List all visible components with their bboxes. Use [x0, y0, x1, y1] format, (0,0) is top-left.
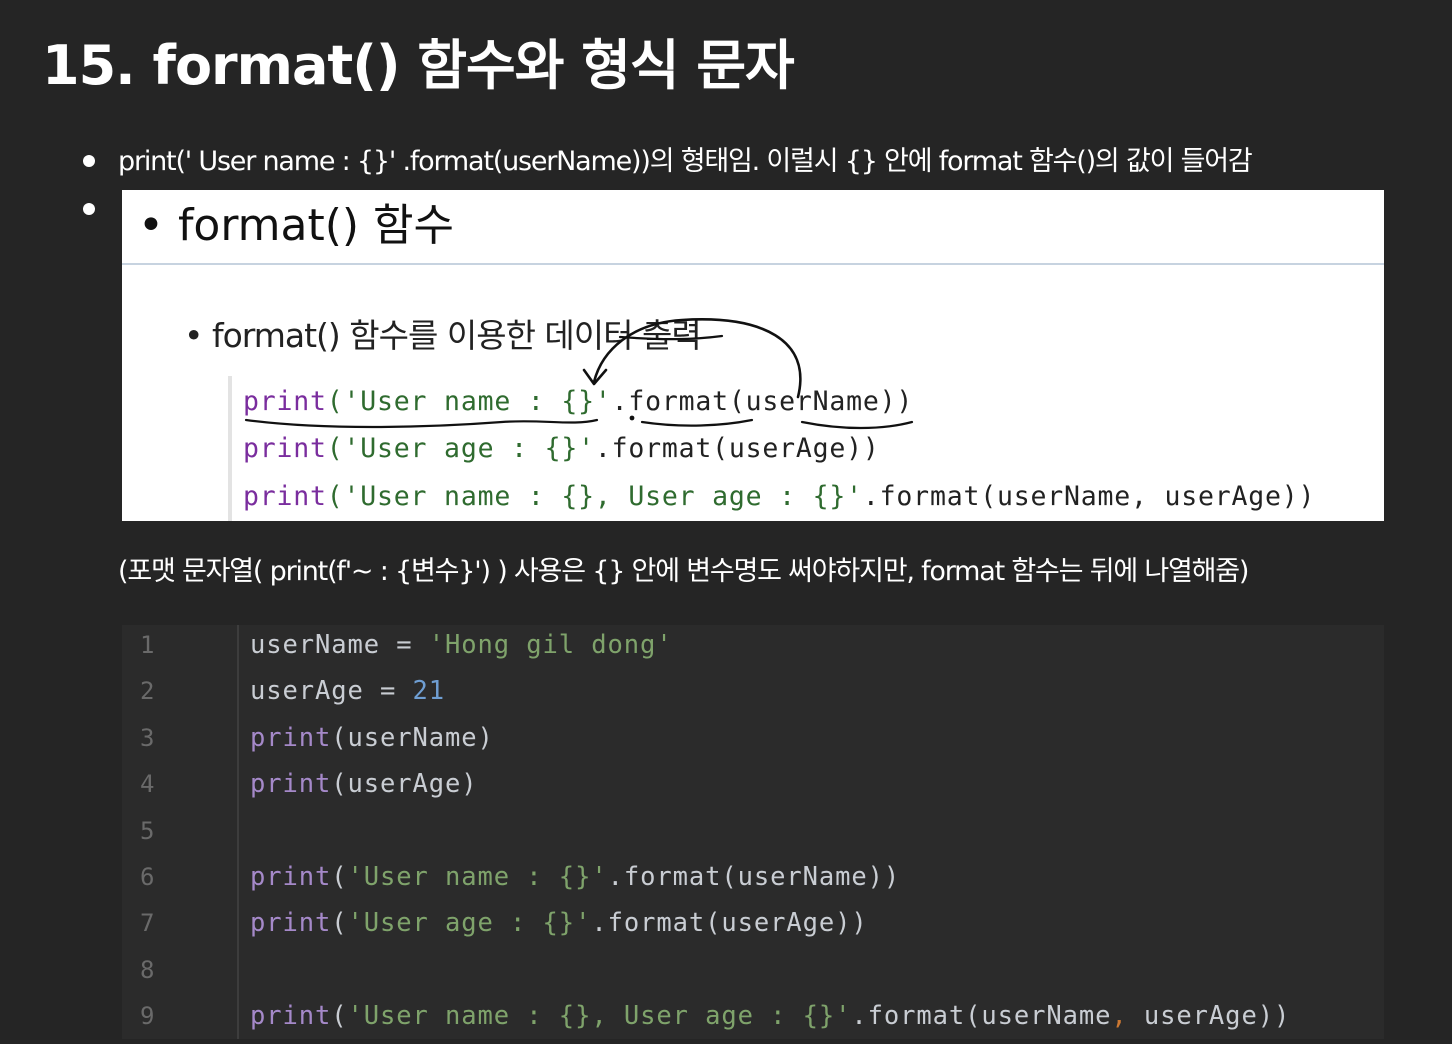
line-number: 7 [140, 909, 155, 938]
code-text: print(userName) [250, 715, 494, 761]
code-token: print [250, 769, 332, 800]
code-editor: 1 userName = 'Hong gil dong' 2 userAge = 21… [122, 625, 1384, 1039]
code-token: (userAge) [331, 769, 478, 800]
code-text: print('User name : {}, User age : {}'.fo… [250, 993, 1290, 1039]
code-token: , [1111, 1001, 1128, 1032]
code-text: print('User age : {}'.format(userAge)) [250, 900, 868, 946]
line-number: 3 [140, 723, 155, 752]
line-number: 8 [140, 955, 155, 984]
bullet-dot [83, 203, 95, 215]
code-line: 2 userAge = 21 [122, 668, 1384, 714]
slide-image: • format() 함수 • format() 함수를 이용한 데이터 출력 … [122, 190, 1384, 521]
code-token: .format(userName [851, 1001, 1112, 1032]
code-token: .format(userAge)) [591, 908, 868, 939]
code-token: .format(userName)) [607, 862, 901, 892]
code-text: userAge = 21 [250, 668, 445, 714]
code-token: ( [331, 908, 348, 939]
line-number: 4 [140, 770, 155, 799]
code-token: (userName) [331, 722, 494, 753]
code-token: userName = [250, 630, 429, 660]
note-bullet-text: print(' User name : {}' .format(userName… [118, 146, 1253, 177]
line-number: 5 [140, 816, 155, 845]
line-number: 6 [140, 863, 155, 891]
code-token: 'Hong gil dong' [428, 630, 673, 660]
code-line: 3 print(userName) [122, 715, 1384, 761]
code-text: print(userAge) [250, 761, 478, 807]
code-token: print [250, 908, 332, 939]
code-token: ( [331, 1001, 348, 1032]
code-line: 9 print('User name : {}, User age : {}'.f… [122, 993, 1384, 1039]
code-token: 'User name : {}' [347, 862, 608, 892]
handwritten-annotation [244, 318, 914, 430]
page-title: 15. format() 함수와 형식 문자 [42, 34, 795, 97]
code-text: print('User name : {}'.format(userName)) [250, 854, 900, 900]
caption-text: (포맷 문자열( print(f'~ : {변수}') ) 사용은 {} 안에 … [118, 556, 1249, 587]
code-line: 4 print(userAge) [122, 761, 1384, 807]
bullet-dot [83, 155, 95, 167]
code-line: 6 print('User name : {}'.format(userName)… [122, 854, 1384, 900]
line-number: 2 [140, 677, 155, 706]
code-line: 8 [122, 947, 1384, 993]
code-token: userAge)) [1127, 1001, 1291, 1032]
code-token: ( [331, 862, 348, 892]
code-token: print [250, 1001, 332, 1032]
code-token: 21 [412, 676, 446, 707]
code-text: userName = 'Hong gil dong' [250, 625, 673, 668]
code-line: 7 print('User age : {}'.format(userAge)) [122, 900, 1384, 946]
line-number: 9 [140, 1002, 155, 1031]
code-token: 'User name : {}, User age : {}' [347, 1001, 852, 1032]
line-number: 1 [140, 631, 155, 659]
code-token: print [250, 722, 332, 753]
code-line: 5 [122, 808, 1384, 854]
code-token: userAge = [250, 676, 413, 707]
code-token: 'User age : {}' [347, 908, 592, 939]
code-token: print [250, 862, 332, 892]
code-line: 1 userName = 'Hong gil dong' [122, 625, 1384, 668]
